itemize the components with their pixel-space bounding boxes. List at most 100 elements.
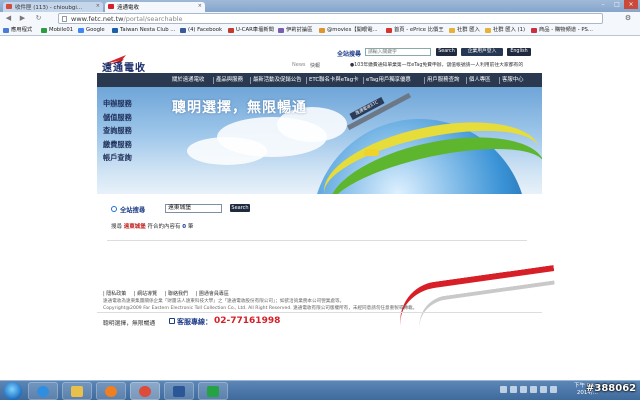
site-search-button[interactable]: Search bbox=[230, 204, 250, 212]
close-window-button[interactable]: × bbox=[624, 0, 638, 9]
forward-button[interactable]: ▶ bbox=[18, 14, 27, 23]
hotline-number[interactable]: 02-77161998 bbox=[214, 316, 280, 326]
address-bar[interactable]: www.fetc.net.tw/portal/searchable bbox=[58, 13, 603, 24]
bookmark-apps[interactable]: 應用程式 bbox=[2, 26, 32, 35]
taskbar-explorer[interactable] bbox=[62, 382, 92, 400]
network-icon[interactable] bbox=[530, 386, 537, 393]
menu-separator bbox=[306, 77, 307, 84]
taskbar-ie[interactable] bbox=[28, 382, 58, 400]
menu-separator bbox=[250, 77, 251, 84]
start-button[interactable] bbox=[4, 382, 22, 400]
footer-link-contact[interactable]: | 聯絡我們 bbox=[165, 291, 188, 297]
tab-gmail-title: 收件匣 (113) - chioubgi... bbox=[15, 5, 83, 11]
eprice-icon bbox=[386, 28, 392, 33]
volume-icon[interactable] bbox=[540, 386, 547, 393]
search-icon bbox=[111, 206, 117, 212]
side-menu-apply[interactable]: 申辦服務 bbox=[103, 97, 132, 111]
reload-button[interactable]: ↻ bbox=[34, 14, 43, 23]
result-suffix: 筆 bbox=[187, 224, 194, 230]
menu-separator bbox=[424, 77, 425, 84]
bookmark-label: U-CAR車壇新聞 bbox=[236, 27, 274, 33]
folder-icon bbox=[449, 28, 455, 33]
bookmark-folder-1[interactable]: 社群 匯入 bbox=[448, 26, 480, 35]
hotline-label: 客服專線： bbox=[177, 318, 212, 326]
address-host: www.fetc.net.tw bbox=[71, 15, 124, 23]
taskbar: 下午 09:... 2014/... bbox=[0, 380, 640, 400]
tab-fetc-title: 遠通電收 bbox=[117, 5, 140, 11]
bookmark-label: 首頁 - ePrice 比價王 bbox=[394, 27, 444, 33]
media-player-icon bbox=[105, 386, 117, 397]
search-result-text: 搜尋 遠東城堡 符合的內容有 0 筆 bbox=[111, 222, 193, 230]
chrome-icon bbox=[139, 386, 151, 397]
news-marquee[interactable]: ●103年繳費通知單業第一年eTag免費申辦，儲值帳號請一人利用前往大家都有的 bbox=[350, 61, 542, 68]
shopping-icon bbox=[531, 28, 537, 33]
gmail-icon bbox=[6, 4, 12, 9]
menu-customer-service[interactable]: 客服中心 bbox=[502, 76, 524, 85]
bookmark-eprice[interactable]: 首頁 - ePrice 比價王 bbox=[385, 26, 444, 35]
fetc-favicon-icon bbox=[108, 4, 114, 9]
tray-icon[interactable] bbox=[520, 386, 527, 393]
menu-about[interactable]: 關於遠通電收 bbox=[172, 76, 204, 85]
enterprise-login-button[interactable]: 企業用戶登入 bbox=[461, 48, 503, 56]
site-logo-text[interactable]: 遠通電收 bbox=[102, 59, 146, 74]
minimize-button[interactable]: – bbox=[596, 0, 610, 9]
side-menu-topup[interactable]: 儲值服務 bbox=[103, 111, 132, 125]
tab-fetc[interactable]: 遠通電收 × bbox=[105, 2, 205, 12]
bookmark-nesta[interactable]: Taiwan Nesta Club ... bbox=[111, 26, 175, 35]
tray-icon[interactable] bbox=[510, 386, 517, 393]
bookmark-label: Mobile01 bbox=[49, 27, 74, 33]
bookmark-facebook[interactable]: (4) Facebook bbox=[179, 26, 222, 35]
folder-icon bbox=[71, 386, 83, 397]
bookmark-ucar[interactable]: U-CAR車壇新聞 bbox=[227, 26, 274, 35]
bookmark-mobile01[interactable]: Mobile01 bbox=[40, 26, 73, 35]
menu-personal[interactable]: 個人專區 bbox=[469, 76, 491, 85]
menu-products[interactable]: 產品與服務 bbox=[216, 76, 243, 85]
wrench-menu-icon[interactable]: ⚙ bbox=[622, 14, 634, 23]
maximize-button[interactable]: □ bbox=[610, 0, 624, 9]
line-icon bbox=[207, 386, 219, 397]
menu-promotions[interactable]: 最新活動及促銷公告 bbox=[253, 76, 302, 85]
footer-links: | 隱私政策 | 網站導覽 | 聯絡我們 | 團通會員專區 bbox=[103, 290, 235, 297]
hero-banner: 遠通電收ETC 申辦服務 儲值服務 查詢服務 繳費服務 帳戶查詢 聰明選擇，無限… bbox=[97, 87, 542, 194]
footer-link-members[interactable]: | 團通會員專區 bbox=[196, 291, 229, 297]
header-search-input[interactable]: 請輸入關鍵字 bbox=[365, 48, 431, 56]
bookmark-label: 商品 - 購物頻道 - PS... bbox=[539, 27, 593, 33]
side-menu-account[interactable]: 帳戶查詢 bbox=[103, 151, 132, 165]
bookmark-label: (4) Facebook bbox=[188, 27, 223, 33]
address-path: /portal/searchable bbox=[123, 15, 183, 23]
menu-etag-offers[interactable]: eTag用戶獨享優惠 bbox=[366, 76, 411, 85]
footer-link-sitemap[interactable]: | 網站導覽 bbox=[134, 291, 157, 297]
flag-icon[interactable] bbox=[550, 386, 557, 393]
taskbar-line[interactable] bbox=[198, 382, 228, 400]
banner-slogan: 聰明選擇，無限暢通 bbox=[172, 100, 307, 116]
quick-news-label: 快報 bbox=[310, 63, 321, 69]
menu-separator bbox=[213, 77, 214, 84]
side-menu-payment[interactable]: 繳費服務 bbox=[103, 138, 132, 152]
site-search-input[interactable]: 遠東城堡 bbox=[165, 204, 222, 213]
google-icon bbox=[78, 28, 84, 33]
taskbar-media[interactable] bbox=[96, 382, 126, 400]
tab-gmail[interactable]: 收件匣 (113) - chioubgi... × bbox=[3, 2, 103, 12]
bookmark-google[interactable]: Google bbox=[77, 26, 105, 35]
menu-etc-card[interactable]: ETC聯名卡與eTag卡 bbox=[309, 76, 359, 85]
english-button[interactable]: English bbox=[507, 48, 531, 56]
side-menu: 申辦服務 儲值服務 查詢服務 繳費服務 帳戶查詢 bbox=[103, 97, 132, 165]
tab-close-icon[interactable]: × bbox=[96, 3, 100, 9]
bookmark-label: 應用程式 bbox=[11, 27, 33, 33]
bookmark-folder-2[interactable]: 社群 匯入 (1) bbox=[484, 26, 525, 35]
car-image bbox=[364, 149, 379, 156]
bookmark-pchome[interactable]: 商品 - 購物頻道 - PS... bbox=[530, 26, 593, 35]
header-search-button[interactable]: Search bbox=[436, 48, 457, 56]
bookmark-eyny[interactable]: 伊莉討論區 bbox=[277, 26, 313, 35]
footer-slogan: 聰明選擇，無限暢通 bbox=[103, 321, 156, 327]
side-menu-query[interactable]: 查詢服務 bbox=[103, 124, 132, 138]
bookmark-atmovies[interactable]: @movies【開眼電... bbox=[318, 26, 378, 35]
taskbar-chrome[interactable] bbox=[130, 382, 160, 400]
cloud-shape bbox=[187, 137, 267, 165]
menu-user-service[interactable]: 用戶服務查詢 bbox=[427, 76, 459, 85]
back-button[interactable]: ◀ bbox=[4, 14, 13, 23]
tab-close-icon[interactable]: × bbox=[198, 3, 202, 9]
taskbar-word[interactable] bbox=[164, 382, 194, 400]
tray-icon[interactable] bbox=[500, 386, 507, 393]
footer-link-privacy[interactable]: | 隱私政策 bbox=[103, 291, 126, 297]
